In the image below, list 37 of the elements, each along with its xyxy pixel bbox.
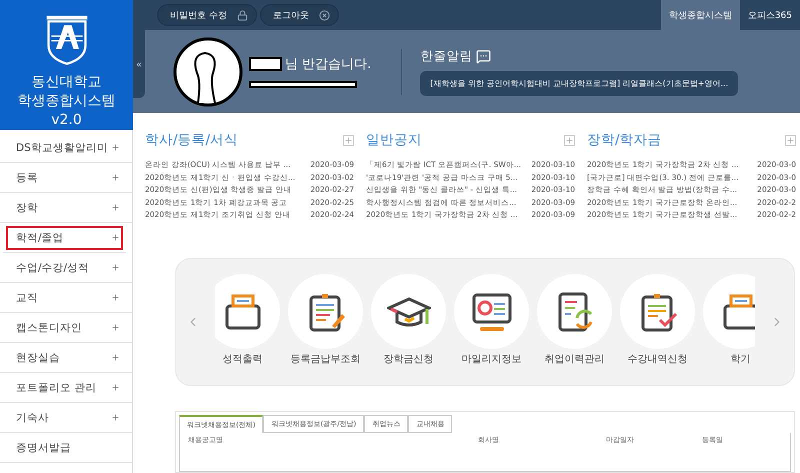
close-icon — [318, 10, 330, 20]
notice-title: 한줄알림 — [420, 48, 472, 64]
system-title: 동신대학교 — [32, 73, 102, 92]
quick-link-label[interactable]: 수강내역신청 — [628, 352, 688, 366]
quick-link-label[interactable]: 장학금신청 — [384, 352, 434, 366]
sidebar-item[interactable]: 교직 — [0, 283, 132, 313]
sidebar-item[interactable]: 학적/졸업 — [3, 223, 126, 253]
sidebar-item[interactable]: 수업/수강/성적 — [0, 253, 132, 283]
redaction-bar — [249, 57, 282, 71]
chat-bubble-icon — [476, 48, 492, 64]
quick-link-label[interactable]: 학기 — [730, 352, 750, 366]
collapse-sidebar-button[interactable]: « — [133, 30, 145, 98]
logout-button[interactable]: 로그아웃 — [260, 4, 339, 26]
notice-ticker[interactable]: [재학생을 위한 공인어학시험대비 교내장학프로그램] 리얼클래스(기초문법+영어... — [420, 70, 738, 96]
sidebar-item[interactable]: 등록 — [0, 163, 132, 193]
sidebar-item[interactable]: 증명서발급 — [0, 433, 132, 463]
board-title[interactable]: 학사/등록/서식 — [145, 131, 238, 149]
sidebar-item[interactable]: 캡스톤디자인 — [0, 313, 132, 343]
board-title[interactable]: 일반공지 — [366, 131, 422, 149]
system-title: 학생종합시스템 — [18, 92, 116, 111]
quick-link-label[interactable]: 마일리지정보 — [462, 352, 522, 366]
version-label: v2.0 — [51, 111, 82, 130]
quick-link-label[interactable]: 취업이력관리 — [544, 352, 604, 366]
system-tab[interactable]: 오피스365 — [740, 0, 800, 30]
greeting-text: 님 반갑습니다. — [285, 56, 372, 73]
system-tab[interactable]: 학생종합시스템 — [660, 0, 740, 30]
sidebar-item[interactable]: 현장실습 — [0, 343, 132, 373]
sidebar-item[interactable]: DS학교생활알리미 — [0, 133, 132, 163]
avatar-drawing — [173, 36, 243, 106]
quick-link-label[interactable]: 성적출력 — [222, 352, 262, 366]
lock-icon — [236, 10, 248, 20]
change-password-button[interactable]: 비밀번호 수정 — [157, 4, 257, 26]
sidebar-item[interactable]: 포트폴리오 관리 — [0, 373, 132, 403]
quick-link-label[interactable]: 등록금납부조회 — [290, 352, 360, 366]
board-title[interactable]: 장학/학자금 — [587, 131, 662, 149]
sidebar-item[interactable]: 기숙사 — [0, 403, 132, 433]
sidebar-item[interactable]: 장학 — [0, 193, 132, 223]
